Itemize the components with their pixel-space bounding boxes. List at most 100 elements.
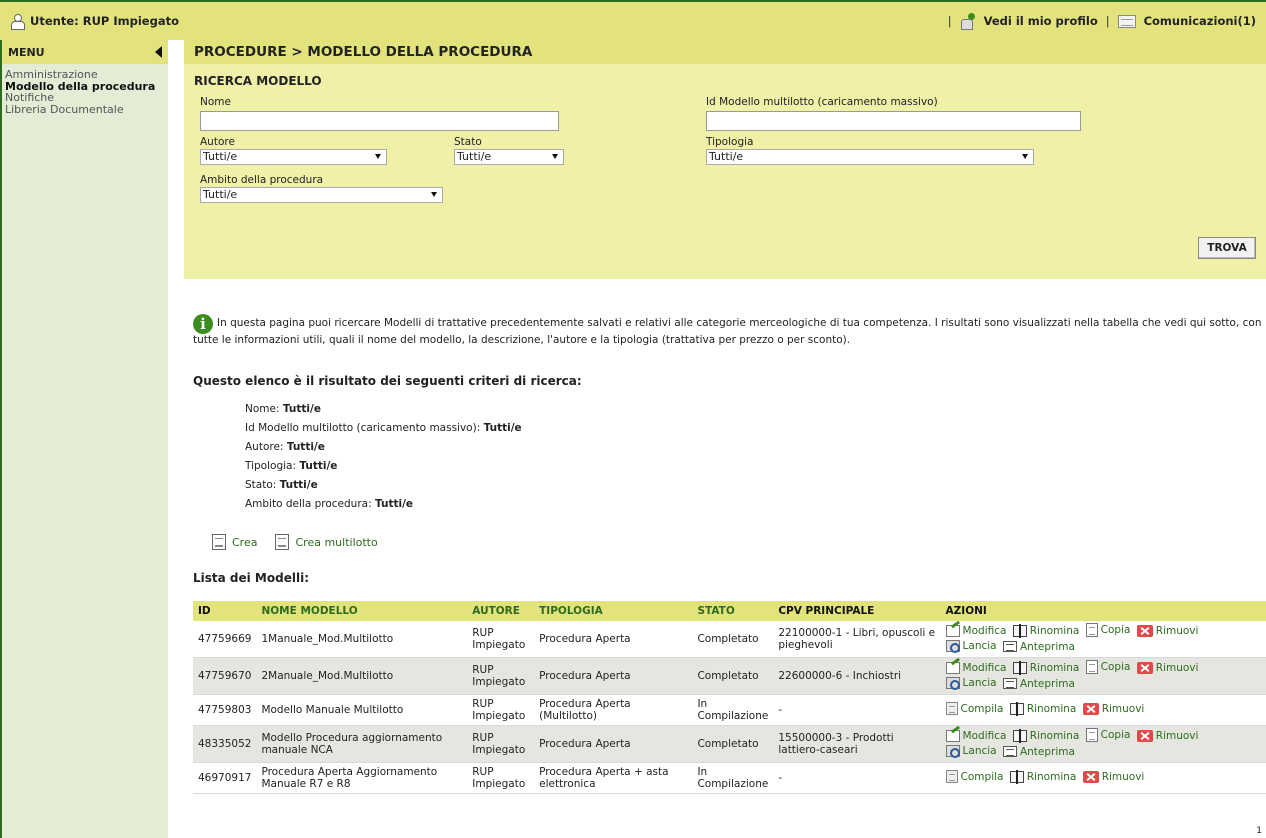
table-row: 47759803 Modello Manuale Multilotto RUP … bbox=[193, 694, 1266, 726]
breadcrumb: PROCEDURE > MODELLO DELLA PROCEDURA bbox=[184, 40, 1266, 64]
copia-action[interactable]: Copia bbox=[1085, 660, 1130, 674]
preview-icon bbox=[1002, 641, 1017, 652]
compila-action[interactable]: Compila bbox=[945, 702, 1003, 715]
col-autore[interactable]: AUTORE bbox=[467, 601, 535, 621]
nome-input[interactable] bbox=[200, 111, 559, 131]
profile-link[interactable]: Vedi il mio profilo bbox=[984, 14, 1098, 28]
edit-icon bbox=[945, 730, 960, 742]
criteria-title: Questo elenco è il risultato dei seguent… bbox=[193, 374, 582, 388]
rimuovi-label: Rimuovi bbox=[1155, 662, 1199, 674]
rimuovi-action[interactable]: Rimuovi bbox=[1136, 662, 1199, 674]
search-title: RICERCA MODELLO bbox=[194, 74, 322, 88]
id-modello-input[interactable] bbox=[706, 111, 1081, 131]
lancia-action[interactable]: Lancia bbox=[945, 640, 997, 653]
copia-action[interactable]: Copia bbox=[1085, 728, 1130, 742]
anteprima-action[interactable]: Anteprima bbox=[1002, 745, 1075, 758]
lancia-action[interactable]: Lancia bbox=[945, 745, 997, 758]
anteprima-action[interactable]: Anteprima bbox=[1002, 640, 1075, 653]
cell-azioni: Compila Rinomina Rimuovi bbox=[940, 762, 1266, 794]
criteria-value: Tutti/e bbox=[286, 441, 325, 453]
rimuovi-action[interactable]: Rimuovi bbox=[1082, 771, 1144, 783]
lancia-action[interactable]: Lancia bbox=[945, 677, 997, 690]
crea-multilotto-link[interactable]: Crea multilotto bbox=[295, 536, 377, 549]
rimuovi-label: Rimuovi bbox=[1155, 625, 1199, 637]
create-document-icon[interactable] bbox=[212, 534, 226, 550]
rinomina-action[interactable]: Rinomina bbox=[1012, 661, 1079, 675]
autore-value: Tutti/e bbox=[203, 150, 238, 163]
rinomina-label: Rinomina bbox=[1029, 625, 1080, 637]
header-links: | Vedi il mio profilo | Comunicazioni(1) bbox=[948, 13, 1256, 30]
cell-id: 47759669 bbox=[193, 621, 257, 658]
create-multilot-icon[interactable] bbox=[275, 534, 290, 550]
ambito-select[interactable]: Tutti/e bbox=[200, 187, 443, 203]
col-stato[interactable]: STATO bbox=[692, 601, 774, 621]
criteria-value: Tutti/e bbox=[483, 422, 522, 434]
copy-icon bbox=[1085, 728, 1098, 742]
col-tipologia[interactable]: TIPOLOGIA bbox=[534, 601, 693, 621]
cell-stato: In Compilazione bbox=[692, 762, 774, 794]
rename-icon bbox=[1012, 661, 1027, 675]
sidebar-item-amministrazione[interactable]: Amministrazione bbox=[5, 69, 168, 81]
tipologia-select[interactable]: Tutti/e bbox=[706, 149, 1034, 165]
search-panel: RICERCA MODELLO Nome Id Modello multilot… bbox=[184, 64, 1266, 279]
delete-icon bbox=[1082, 771, 1099, 783]
modifica-action[interactable]: Modifica bbox=[945, 662, 1006, 674]
rimuovi-label: Rimuovi bbox=[1101, 703, 1145, 715]
col-id[interactable]: ID bbox=[193, 601, 257, 621]
criteria-value: Tutti/e bbox=[299, 460, 338, 472]
cell-autore: RUP Impiegato bbox=[467, 621, 535, 658]
anteprima-label: Anteprima bbox=[1019, 745, 1075, 758]
messages-icon[interactable] bbox=[1117, 14, 1136, 28]
rimuovi-label: Rimuovi bbox=[1155, 730, 1199, 742]
profile-icon[interactable] bbox=[960, 13, 976, 30]
col-nome-modello[interactable]: NOME MODELLO bbox=[256, 601, 468, 621]
trova-button[interactable]: TROVA bbox=[1198, 237, 1256, 259]
criteria-label: Autore: bbox=[245, 441, 284, 453]
col-cpv: CPV PRINCIPALE bbox=[773, 601, 941, 621]
rinomina-action[interactable]: Rinomina bbox=[1012, 624, 1080, 638]
criteria-row: Stato: Tutti/e bbox=[245, 479, 318, 491]
sidebar-item-notifiche[interactable]: Notifiche bbox=[5, 92, 168, 104]
launch-icon bbox=[945, 640, 960, 653]
cell-id: 46970917 bbox=[193, 762, 257, 794]
create-actions: Crea Crea multilotto bbox=[212, 534, 378, 550]
dropdown-arrow-icon bbox=[375, 154, 381, 159]
modifica-action[interactable]: Modifica bbox=[945, 625, 1006, 637]
crea-link[interactable]: Crea bbox=[232, 536, 257, 549]
autore-select[interactable]: Tutti/e bbox=[200, 149, 387, 165]
messages-link[interactable]: Comunicazioni(1) bbox=[1144, 14, 1256, 28]
edit-icon bbox=[945, 625, 960, 637]
criteria-row: Id Modello multilotto (caricamento massi… bbox=[245, 422, 522, 434]
compile-icon bbox=[945, 770, 958, 783]
anteprima-label: Anteprima bbox=[1019, 640, 1075, 653]
anteprima-action[interactable]: Anteprima bbox=[1002, 678, 1075, 690]
criteria-value: Tutti/e bbox=[282, 403, 321, 415]
modifica-action[interactable]: Modifica bbox=[945, 730, 1006, 742]
compila-action[interactable]: Compila bbox=[945, 770, 1003, 783]
sidebar-item-libreria-documentale[interactable]: Libreria Documentale bbox=[5, 103, 168, 116]
info-icon: i bbox=[193, 314, 213, 334]
copia-action[interactable]: Copia bbox=[1085, 623, 1130, 637]
criteria-row: Autore: Tutti/e bbox=[245, 441, 325, 453]
table-row: 47759670 2Manuale_Mod.Multilotto RUP Imp… bbox=[193, 657, 1266, 695]
cell-autore: RUP Impiegato bbox=[467, 694, 535, 726]
dropdown-arrow-icon bbox=[552, 154, 558, 159]
rimuovi-action[interactable]: Rimuovi bbox=[1136, 730, 1199, 742]
stato-select[interactable]: Tutti/e bbox=[454, 149, 564, 165]
rinomina-action[interactable]: Rinomina bbox=[1009, 702, 1076, 716]
cell-autore: RUP Impiegato bbox=[467, 762, 535, 794]
page-number: 1 bbox=[1256, 826, 1262, 836]
collapse-menu-icon[interactable] bbox=[155, 46, 162, 58]
rename-icon bbox=[1009, 702, 1024, 716]
rimuovi-action[interactable]: Rimuovi bbox=[1136, 625, 1199, 637]
separator: | bbox=[1105, 14, 1110, 28]
user-label: Utente: RUP Impiegato bbox=[30, 14, 179, 28]
rinomina-action[interactable]: Rinomina bbox=[1009, 770, 1076, 784]
rinomina-action[interactable]: Rinomina bbox=[1012, 729, 1079, 743]
rename-icon bbox=[1012, 624, 1027, 638]
cell-autore: RUP Impiegato bbox=[467, 725, 535, 763]
tipologia-label: Tipologia bbox=[706, 136, 754, 148]
rimuovi-action[interactable]: Rimuovi bbox=[1082, 703, 1145, 715]
cell-nome: Modello Procedura aggiornamento manuale … bbox=[256, 725, 468, 763]
dropdown-arrow-icon bbox=[431, 192, 437, 197]
